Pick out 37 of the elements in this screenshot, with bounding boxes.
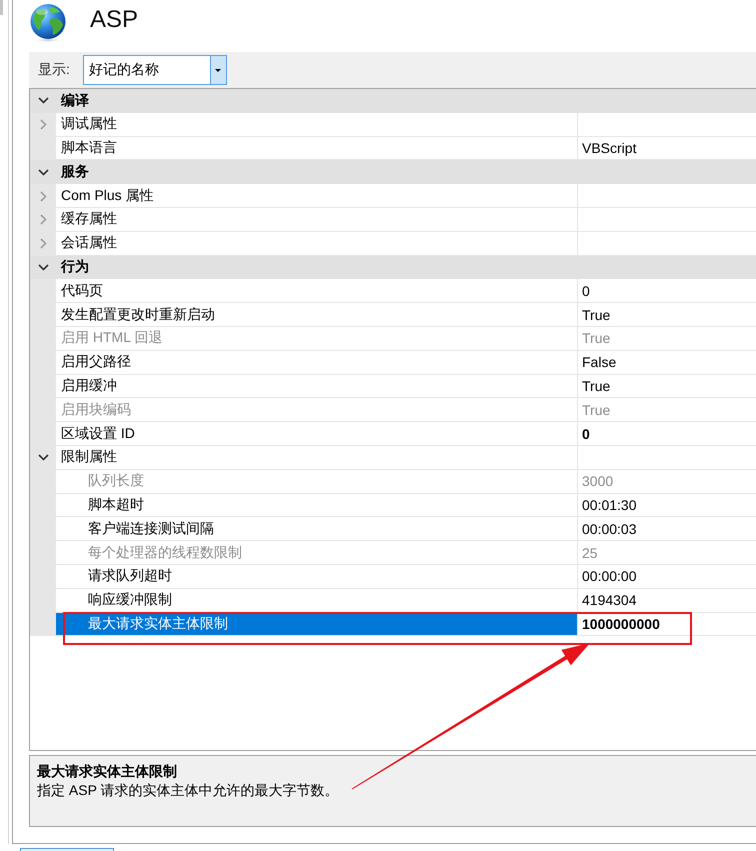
category-row[interactable]: 编译: [30, 89, 756, 113]
category-name: 行为: [60, 258, 89, 276]
chevron-down-icon[interactable]: [38, 454, 48, 462]
category-name: 编译: [60, 92, 89, 110]
scrollbar-thumb[interactable]: [0, 0, 3, 15]
property-value[interactable]: VBScript: [582, 140, 636, 156]
description-title: 最大请求实体主体限制: [37, 762, 177, 781]
filter-label: 显示:: [38, 61, 70, 79]
category-name: 服务: [60, 163, 89, 182]
chevron-right-icon[interactable]: [40, 190, 46, 202]
chevron-down-icon[interactable]: [38, 97, 48, 104]
property-value[interactable]: 0: [582, 282, 590, 299]
property-name[interactable]: 最大请求实体主体限制: [56, 612, 577, 636]
property-value[interactable]: 00:01:30: [582, 496, 636, 513]
property-name[interactable]: 脚本语言: [56, 136, 577, 160]
chevron-right-icon[interactable]: [40, 214, 46, 226]
property-value[interactable]: 00:00:03: [582, 520, 636, 537]
property-name[interactable]: 启用缓冲: [56, 374, 577, 398]
chevron-down-icon[interactable]: [38, 168, 48, 176]
description-text: 指定 ASP 请求的实体主体中允许的最大字节数。: [37, 781, 339, 800]
display-dropdown[interactable]: 好记的名称: [82, 55, 227, 85]
property-value[interactable]: 4194304: [582, 592, 637, 608]
category-row[interactable]: 服务: [30, 160, 756, 184]
property-value[interactable]: 00:00:00: [582, 568, 636, 584]
property-value[interactable]: True: [582, 378, 610, 394]
chevron-right-icon[interactable]: [40, 238, 46, 250]
chevron-down-icon[interactable]: [38, 264, 48, 271]
property-value[interactable]: False: [582, 354, 616, 370]
property-name[interactable]: 脚本超时: [56, 494, 577, 518]
property-name[interactable]: 响应缓冲限制: [56, 588, 577, 613]
property-value[interactable]: 0: [582, 426, 590, 442]
property-value[interactable]: 1000000000: [582, 616, 660, 632]
category-row[interactable]: 行为: [30, 256, 756, 280]
property-value[interactable]: True: [582, 306, 610, 323]
page-title: ASP: [90, 5, 138, 35]
chevron-right-icon[interactable]: [40, 119, 46, 130]
globe-icon: [29, 3, 67, 43]
